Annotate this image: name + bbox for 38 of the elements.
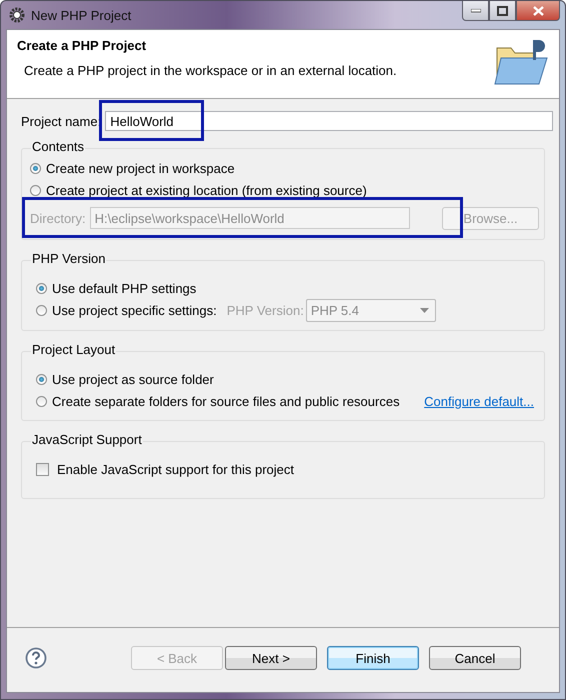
minimize-icon [470, 8, 480, 12]
group-title: Contents [31, 140, 86, 154]
close-icon [532, 6, 544, 16]
radio-button[interactable] [30, 162, 41, 174]
close-button[interactable] [516, 1, 560, 21]
maximize-button[interactable] [489, 1, 516, 21]
radio-label: Create new project in workspace [46, 160, 235, 176]
radio-label: Create separate folders for source files and public resources [52, 394, 400, 408]
radio-button[interactable] [36, 282, 47, 294]
radio-button[interactable] [36, 305, 47, 316]
gear-icon [9, 7, 25, 23]
dialog-button[interactable]: Finish [327, 646, 419, 670]
help-icon[interactable] [25, 647, 47, 669]
group-title: PHP Version [31, 252, 106, 266]
radio-button[interactable] [36, 396, 47, 406]
field-label: Directory: [30, 210, 86, 226]
caret-icon [420, 308, 429, 313]
project-name-field[interactable]: HelloWorld [105, 111, 553, 131]
radio-label: Use default PHP settings [52, 280, 196, 296]
page-description: Create a PHP project in the workspace or in an external location. [24, 63, 398, 78]
checkbox[interactable] [36, 462, 49, 476]
page-title: Create a PHP Project [17, 38, 148, 53]
radio-label: Create project at existing location (from existing source) [46, 182, 367, 198]
dialog-button[interactable]: Next > [225, 646, 317, 670]
radio-button[interactable] [30, 184, 41, 196]
field-label: PHP Version: [226, 303, 304, 318]
group-title: Project Layout [31, 343, 116, 357]
dialog-button[interactable]: Cancel [429, 646, 521, 670]
configure-link[interactable]: Configure default... [424, 394, 534, 408]
radio-label: Use project specific settings: [52, 303, 217, 318]
group-title: JavaScript Support [31, 433, 143, 447]
window-title: New PHP Project [31, 8, 132, 22]
maximize-icon [497, 6, 508, 16]
field-label: Project name: [21, 114, 102, 128]
radio-label: Use project as source folder [52, 372, 214, 386]
radio-button[interactable] [36, 374, 47, 384]
minimize-button[interactable] [462, 1, 489, 21]
checkbox-label: Enable JavaScript support for this project [57, 462, 294, 476]
